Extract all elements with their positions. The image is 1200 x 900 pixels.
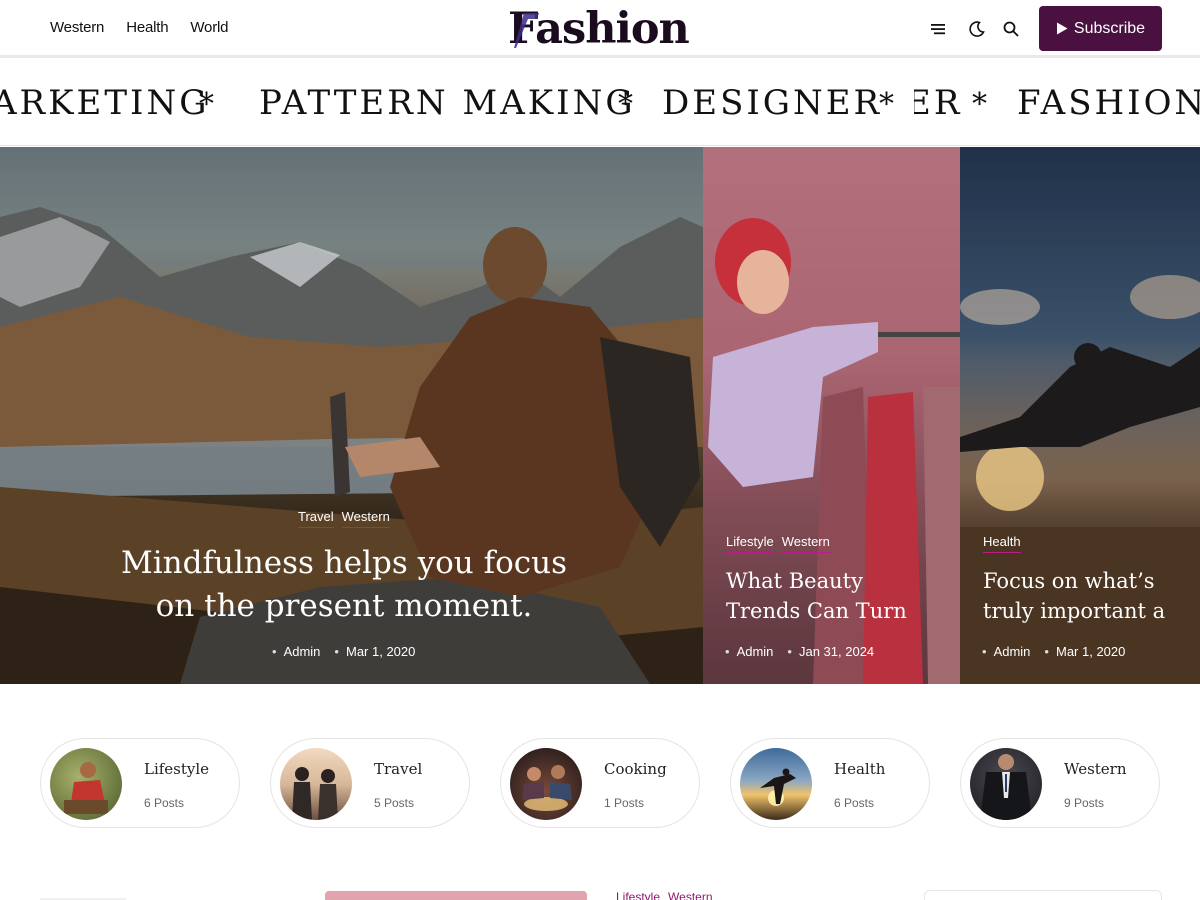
site-logo[interactable]: Fashion xyxy=(508,4,692,54)
post-date: Mar 1, 2020 xyxy=(334,644,415,659)
play-icon xyxy=(1056,22,1068,35)
hero-main-post[interactable]: Travel Western Mindfulness helps you foc… xyxy=(0,147,703,684)
ticker-item: FASHION I xyxy=(1017,83,1200,123)
nav-link-world[interactable]: World xyxy=(190,19,228,36)
category-name: Lifestyle xyxy=(144,760,210,778)
category-list: Lifestyle 6 Posts Travel 5 Posts Cooking… xyxy=(40,738,1162,828)
hero-side-meta: Admin Jan 31, 2024 xyxy=(725,644,875,659)
category-tag[interactable]: Western xyxy=(668,890,712,900)
hero-main-title[interactable]: Mindfulness helps you focus on the prese… xyxy=(0,542,688,628)
hero-side-categories: Lifestyle Western xyxy=(726,534,830,553)
hero-main-meta: Admin Mar 1, 2020 xyxy=(272,644,416,659)
category-card-western[interactable]: Western 9 Posts xyxy=(960,738,1160,828)
search-icon[interactable] xyxy=(1000,18,1022,40)
post-author[interactable]: Admin xyxy=(725,644,774,659)
category-thumbnail xyxy=(740,748,812,820)
moon-icon[interactable] xyxy=(966,18,988,40)
category-name: Western xyxy=(1064,760,1127,778)
hero-main-categories: Travel Western xyxy=(298,509,390,528)
category-card-health[interactable]: Health 6 Posts xyxy=(730,738,930,828)
hero-side-post[interactable]: Lifestyle Western What Beauty Trends Can… xyxy=(703,147,960,684)
category-thumbnail xyxy=(970,748,1042,820)
hero-side-categories: Health xyxy=(983,534,1021,553)
category-post-count: 5 Posts xyxy=(374,796,415,810)
hero-side-post[interactable]: Health Focus on what’s truly important a… xyxy=(960,147,1200,684)
category-card-cooking[interactable]: Cooking 1 Posts xyxy=(500,738,700,828)
ticker-separator: * xyxy=(879,87,897,122)
hero-main-title-line: on the present moment. xyxy=(155,588,533,624)
hero-side-title[interactable]: Focus on what’s truly important a xyxy=(983,566,1200,626)
ticker-item: ARKETING xyxy=(0,83,210,123)
sidebar-widget xyxy=(924,890,1162,900)
ticker-item: ER xyxy=(906,83,963,123)
category-tag[interactable]: Travel xyxy=(298,509,334,528)
hero-side-title[interactable]: What Beauty Trends Can Turn xyxy=(726,566,907,626)
marquee-ticker: ARKETING * PATTERN MAKING * DESIGNER * E… xyxy=(0,61,1200,146)
post-thumbnail[interactable] xyxy=(325,891,587,900)
category-tag[interactable]: Western xyxy=(341,509,390,528)
category-tag[interactable]: Lifestyle xyxy=(616,890,660,900)
post-date: Jan 31, 2024 xyxy=(787,644,874,659)
category-name: Health xyxy=(834,760,886,778)
post-categories: Lifestyle Western xyxy=(616,890,713,900)
subscribe-label: Subscribe xyxy=(1073,19,1146,37)
category-tag[interactable]: Western xyxy=(781,534,830,553)
category-tag[interactable]: Lifestyle xyxy=(726,534,774,553)
ticker-separator: * xyxy=(972,87,990,122)
category-thumbnail xyxy=(50,748,122,820)
post-author[interactable]: Admin xyxy=(982,644,1031,659)
hero-side-title-line: Trends Can Turn xyxy=(726,599,907,623)
category-name: Travel xyxy=(374,760,423,778)
nav-link-western[interactable]: Western xyxy=(50,19,104,36)
category-thumbnail xyxy=(280,748,352,820)
site-header: Western Health World Fashion Subscribe xyxy=(0,0,1200,58)
ticker-item: DESIGNER xyxy=(662,83,883,123)
hero-side-title-line: What Beauty xyxy=(726,569,863,593)
hero-side-title-line: truly important a xyxy=(983,599,1166,623)
ticker-item: PATTERN MAKING xyxy=(259,83,636,123)
hamburger-menu-icon[interactable] xyxy=(927,18,949,40)
category-card-lifestyle[interactable]: Lifestyle 6 Posts xyxy=(40,738,240,828)
post-date: Mar 1, 2020 xyxy=(1044,644,1125,659)
subscribe-button[interactable]: Subscribe xyxy=(1039,6,1162,51)
category-name: Cooking xyxy=(604,760,667,778)
hero-side-meta: Admin Mar 1, 2020 xyxy=(982,644,1126,659)
post-author[interactable]: Admin xyxy=(272,644,321,659)
category-post-count: 9 Posts xyxy=(1064,796,1105,810)
logo-f-mark xyxy=(514,13,539,48)
hero-side-title-line: Focus on what’s xyxy=(983,569,1155,593)
ticker-separator: * xyxy=(618,87,636,122)
category-post-count: 6 Posts xyxy=(834,796,875,810)
category-post-count: 1 Posts xyxy=(604,796,645,810)
category-tag[interactable]: Health xyxy=(983,534,1021,553)
nav-link-health[interactable]: Health xyxy=(126,19,168,36)
category-thumbnail xyxy=(510,748,582,820)
hero-main-title-line: Mindfulness helps you focus xyxy=(120,545,567,581)
category-card-travel[interactable]: Travel 5 Posts xyxy=(270,738,470,828)
primary-nav: Western Health World xyxy=(50,19,228,36)
category-post-count: 6 Posts xyxy=(144,796,185,810)
ticker-separator: * xyxy=(199,87,217,122)
